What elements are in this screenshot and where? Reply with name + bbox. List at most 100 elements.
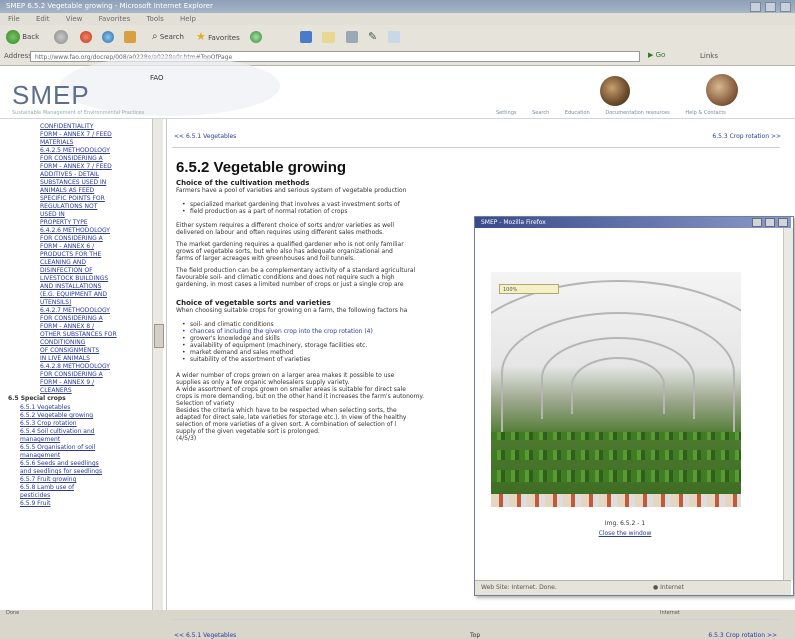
sidebar-item[interactable]: SUBSTANCES USED IN [40,179,106,186]
go-button[interactable]: ▶ Go [648,51,665,59]
sidebar-item[interactable]: REGULATIONS NOT [40,203,97,210]
popup-scrollbar[interactable] [783,228,793,580]
top-divider [172,147,780,148]
sidebar-item[interactable]: 6.5.7 Fruit growing [20,476,76,483]
menu-favorites[interactable]: Favorites [99,15,131,23]
sidebar-item[interactable]: 6.5.6 Seeds and seedlings [20,460,99,467]
sidebar-item[interactable]: 6.5.5 Organisation of soil [20,444,95,451]
mail-button[interactable] [322,29,335,45]
sidebar-item[interactable]: 6.5.3 Crop rotation [20,420,77,427]
sidebar-item[interactable]: management [20,452,60,459]
site-logo[interactable]: SMEP [12,80,90,111]
home-button[interactable] [124,29,136,45]
sidebar-item[interactable]: CONDITIONING [40,339,85,346]
sidebar-item[interactable]: and seedlings for seedlings [20,468,102,475]
next-link[interactable]: 6.5.3 Crop rotation >> [712,133,781,140]
sidebar-item[interactable]: PRODUCTS FOR THE [40,251,101,258]
sidebar-item[interactable]: ADDITIVES - DETAIL [40,171,99,178]
menu-file[interactable]: File [8,15,20,23]
sidebar-item[interactable]: 6.4.2.5 METHODOLOGY [40,147,110,154]
sidebar-item[interactable]: (E.G. EQUIPMENT AND [40,291,107,298]
sidebar-item[interactable]: 6.5.4 Soil cultivation and [20,428,95,435]
media-button[interactable] [250,29,262,45]
bottom-prev-link[interactable]: << 6.5.1 Vegetables [174,632,236,639]
browser-toolbar: Back ⌕ Search ★ Favorites ✎ [0,25,795,50]
sidebar-item[interactable]: 6.4.2.7 METHODOLOGY [40,307,110,314]
sidebar-item[interactable]: 6.5.8 Lamb use of [20,484,74,491]
sidebar-item[interactable]: DISINFECTION OF [40,267,93,274]
sidebar-item[interactable]: UTENSILS) [40,299,71,306]
minimize-button[interactable] [749,2,761,12]
sidebar-item[interactable]: pesticides [20,492,50,499]
links-button[interactable]: Links [700,52,718,60]
sidebar-item[interactable]: OF CONSIGNMENTS [40,347,99,354]
sidebar-item[interactable]: 6.5.9 Fruit [20,500,50,507]
sidebar-item[interactable]: FORM - ANNEX 8 / [40,323,94,330]
prev-link[interactable]: << 6.5.1 Vegetables [174,133,236,140]
sidebar-scroll-thumb[interactable] [154,324,164,348]
edit-button[interactable]: ✎ [368,29,377,45]
popup-close-button[interactable] [778,218,788,227]
print-button[interactable] [346,29,358,45]
nav-settings[interactable]: Settings [496,110,517,116]
nav-search[interactable]: Search [532,110,549,116]
sidebar-item[interactable]: FOR CONSIDERING A [40,235,103,242]
discuss-button[interactable] [388,29,400,45]
popup-minimize-button[interactable] [752,218,763,227]
sidebar-item[interactable]: CONFIDENTIALITY [40,123,94,130]
sidebar-item[interactable]: FORM - ANNEX 7 / FEED [40,131,112,138]
sidebar-item[interactable]: 6.5.2 Vegetable growing [20,412,93,419]
search-button[interactable]: ⌕ Search [152,29,184,45]
image-caption: Img. 6.5.2 - 1 [604,520,646,527]
sidebar-item[interactable]: IN LIVE ANIMALS [40,355,90,362]
sidebar-item[interactable]: 6.4.2.6 METHODOLOGY [40,227,110,234]
back-arrow-icon [6,30,20,44]
sidebar-item[interactable]: FOR CONSIDERING A [40,155,103,162]
top-link[interactable]: Top [470,632,480,639]
popup-maximize-button[interactable] [765,218,776,227]
nav-documentation[interactable]: Documentation resources [605,110,669,116]
nav-help[interactable]: Help & Contacts [685,110,726,116]
favorites-button[interactable]: ★ Favorites [196,29,240,45]
sidebar-item[interactable]: PROPERTY TYPE [40,219,88,226]
sidebar-scrollbar[interactable] [152,119,164,610]
refresh-button[interactable] [102,29,114,45]
bottom-next-link[interactable]: 6.5.3 Crop rotation >> [708,632,777,639]
menu-edit[interactable]: Edit [36,15,50,23]
maximize-button[interactable] [764,2,776,12]
sidebar-item[interactable]: ANIMALS AS FEED [40,187,94,194]
sidebar-item[interactable]: FORM - ANNEX 6 / [40,243,94,250]
history-button[interactable] [300,29,312,45]
sidebar-item[interactable]: FOR CONSIDERING A [40,371,103,378]
zoom-indicator[interactable]: 100% [499,284,559,294]
sidebar-item[interactable]: AND INSTALLATIONS [40,283,101,290]
sidebar-item[interactable]: FORM - ANNEX 9 / [40,379,94,386]
stop-button[interactable] [80,29,92,45]
menu-view[interactable]: View [66,15,83,23]
close-button[interactable] [780,2,791,12]
sidebar-item[interactable]: SPECIFIC POINTS FOR [40,195,105,202]
sidebar-item[interactable]: MATERIALS [40,139,73,146]
sidebar-item[interactable]: management [20,436,60,443]
sidebar-item[interactable]: CLEANING AND [40,259,86,266]
sidebar-item[interactable]: 6.4.2.8 METHODOLOGY [40,363,110,370]
paragraph-line: The field production can be a complement… [176,267,416,274]
close-window-link[interactable]: Close the window [475,530,775,537]
bullet: soil- and climatic conditions [182,321,274,328]
menu-tools[interactable]: Tools [146,15,163,23]
back-button[interactable]: Back [6,29,39,45]
sidebar-item[interactable]: LIVESTOCK BUILDINGS [40,275,108,282]
sidebar-item[interactable]: 6.5.1 Vegetables [20,404,70,411]
sidebar-item[interactable]: FOR CONSIDERING A [40,315,103,322]
sidebar-item[interactable]: CLEANERS [40,387,72,394]
site-header: SMEP Sustainable Management of Environme… [0,56,795,119]
sidebar-item[interactable]: OTHER SUBSTANCES FOR [40,331,117,338]
sidebar-item[interactable]: FORM - ANNEX 7 / FEED [40,163,112,170]
sidebar-item[interactable]: 6.5 Special crops [8,395,66,402]
header-swoosh [60,56,280,116]
nav-education[interactable]: Education [565,110,590,116]
menu-help[interactable]: Help [180,15,196,23]
bullet-crop-rotation-link[interactable]: chances of including the given crop into… [182,328,373,335]
forward-button[interactable] [54,29,68,45]
sidebar-item[interactable]: USED IN [40,211,65,218]
